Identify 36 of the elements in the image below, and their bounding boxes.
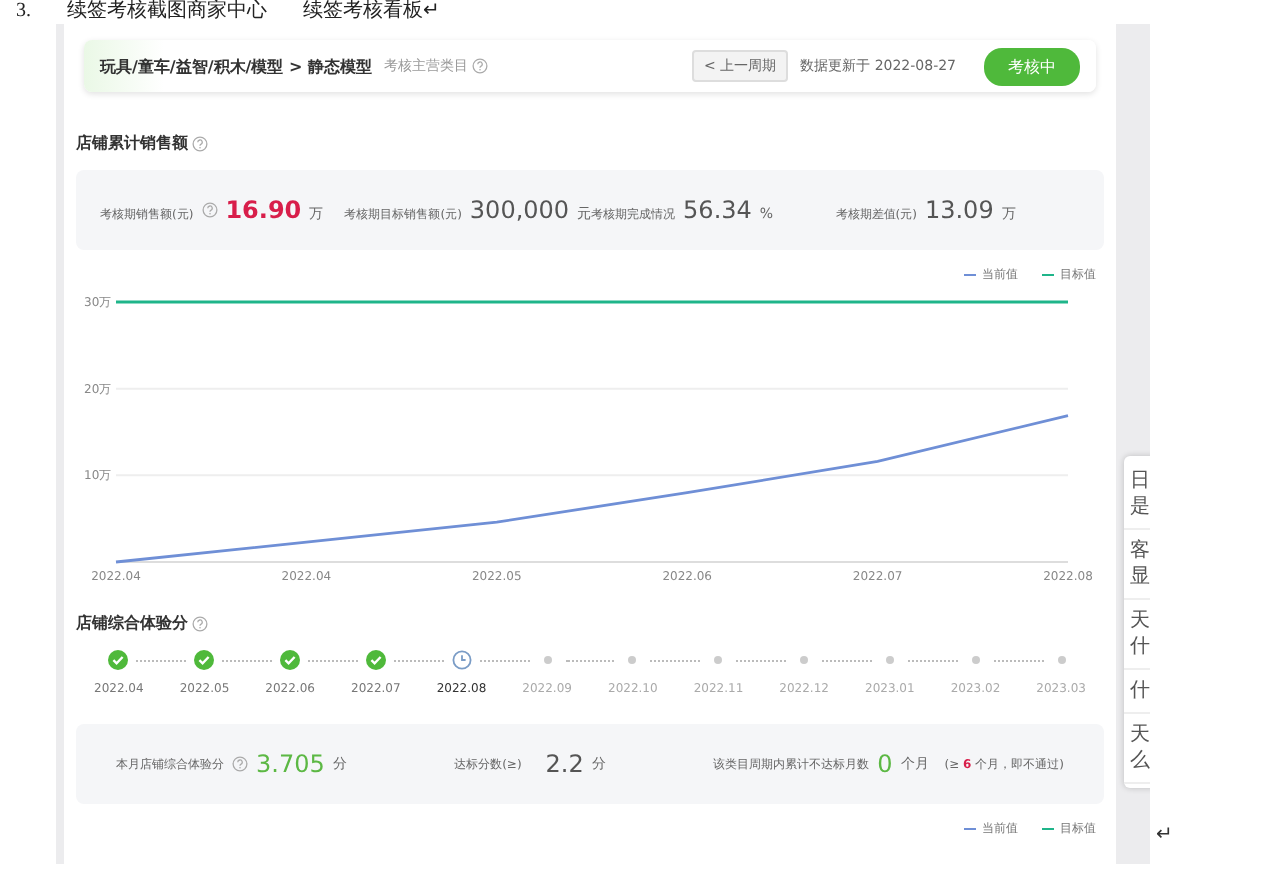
- section-title: 店铺综合体验分: [76, 612, 188, 634]
- stat-value: 16.90: [225, 196, 302, 224]
- popup-item[interactable]: 什: [1124, 670, 1150, 714]
- dot-icon: [800, 656, 809, 664]
- status-badge: 考核中: [984, 47, 1080, 85]
- stat-value: 300,000: [469, 196, 570, 224]
- dot-icon: [543, 656, 552, 664]
- help-icon[interactable]: [201, 202, 218, 218]
- stat-value: 3.705: [256, 750, 325, 778]
- check-circle-icon: [194, 650, 215, 670]
- popup-item[interactable]: 天 么: [1124, 714, 1150, 784]
- dot-icon: [1057, 656, 1066, 664]
- dot-icon: [885, 656, 894, 664]
- paragraph-mark: ↵: [1156, 824, 1173, 846]
- help-icon[interactable]: [471, 58, 488, 74]
- dot-icon: [971, 656, 980, 664]
- clock-icon: [451, 650, 472, 670]
- help-icon[interactable]: [192, 615, 208, 631]
- document-text: 3.: [16, 0, 31, 24]
- stat-value: 56.34: [683, 196, 752, 224]
- popup-item[interactable]: 天 什: [1124, 600, 1150, 670]
- help-icon[interactable]: [192, 135, 208, 151]
- check-circle-icon: [108, 650, 129, 670]
- dot-icon: [628, 656, 637, 664]
- popup-item[interactable]: 客 显: [1124, 530, 1150, 600]
- stat-value: 0: [877, 750, 893, 778]
- document-text: 续签考核看板↵: [303, 0, 439, 24]
- dot-icon: [714, 656, 723, 664]
- check-circle-icon: [365, 650, 386, 670]
- help-icon[interactable]: [232, 756, 248, 772]
- popup-item[interactable]: 日 是: [1124, 460, 1150, 530]
- stat-value: 2.2: [545, 750, 584, 778]
- category-path: 玩具/童车/益智/积木/模型 > 静态模型: [100, 55, 372, 77]
- stat-value: 13.09: [924, 196, 994, 224]
- section-title: 店铺累计销售额: [76, 132, 188, 154]
- check-circle-icon: [280, 650, 301, 670]
